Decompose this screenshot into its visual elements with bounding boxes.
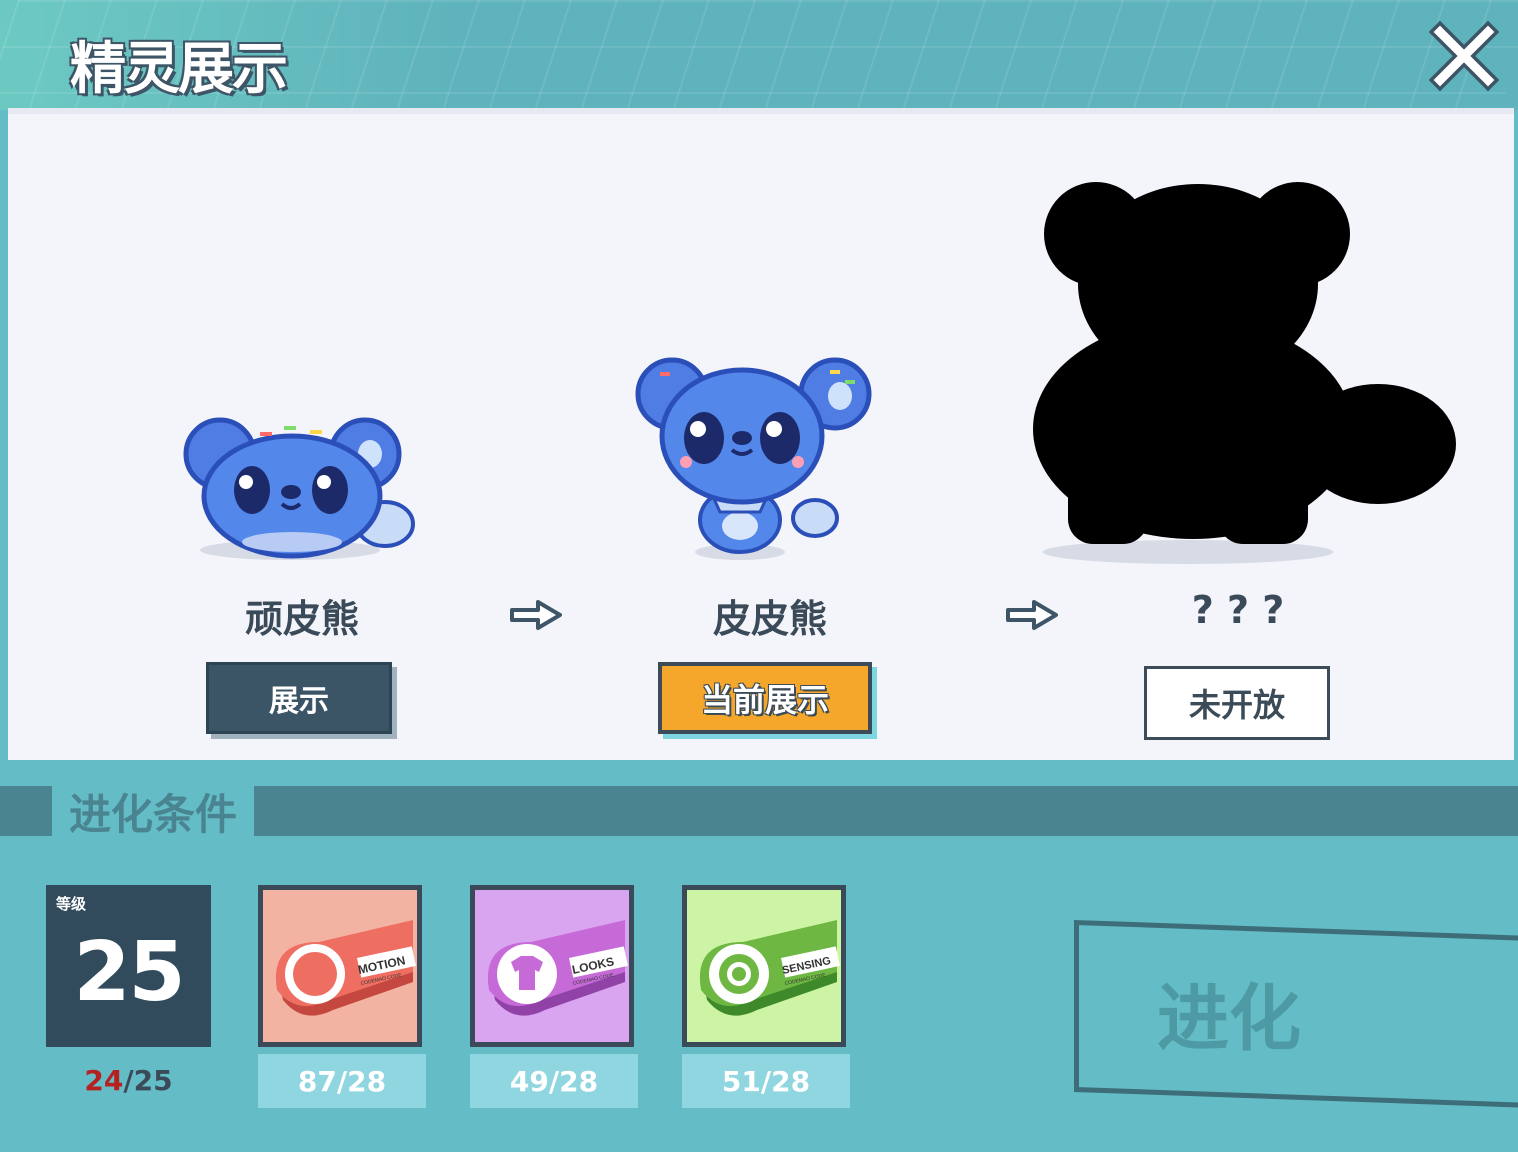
creature-stage1-image [183,417,415,560]
motion-card-art: MOTION CODEMAO CODE [275,920,416,1016]
evolve-button-label: 进化 [1156,975,1301,1060]
stage3-locked-button: 未开放 [1144,666,1330,740]
target-icon [719,954,759,994]
stage2-name: 皮皮熊 [712,597,827,641]
level-progress: 24/25 [46,1064,211,1097]
level-value: 25 [73,925,185,1020]
window-title: 精灵展示 [70,37,288,102]
level-progress-current: 24 [84,1064,124,1097]
motion-card-count: 87/28 [258,1054,426,1108]
looks-card-count: 49/28 [470,1054,638,1108]
stage1-show-button[interactable]: 展示 [206,662,392,734]
level-tag: 等级 [56,895,87,913]
sensing-card-art: SENSING CODEMAO CODE [699,920,840,1016]
stage1-name: 顽皮熊 [244,597,359,641]
level-card: 等级 25 [46,885,211,1047]
creature-stage2-image [635,357,872,560]
sensing-card[interactable]: SENSING CODEMAO CODE [682,885,846,1047]
conditions-label: 进化条件 [52,782,254,840]
evolution-showcase-panel: 顽皮熊 展示 皮皮熊 当前展示 ? ? ? 未开放 [8,108,1514,760]
ghost-icon [293,952,337,996]
creature-stage3-silhouette [1033,182,1456,564]
level-progress-total: /25 [123,1064,173,1097]
looks-card-art: LOOKS CODEMAO CODE [487,920,628,1016]
stage2-current-show-button[interactable]: 当前展示 [658,662,872,734]
looks-card[interactable]: LOOKS CODEMAO CODE [470,885,634,1047]
arrow-right-icon [510,600,562,630]
stage3-name: ? ? ? [1191,588,1285,632]
motion-card[interactable]: MOTION CODEMAO CODE [258,885,422,1047]
sensing-card-count: 51/28 [682,1054,850,1108]
arrow-right-icon [1006,600,1058,630]
evolve-button[interactable]: 进化 [1074,919,1518,1109]
close-icon[interactable] [1428,20,1500,92]
